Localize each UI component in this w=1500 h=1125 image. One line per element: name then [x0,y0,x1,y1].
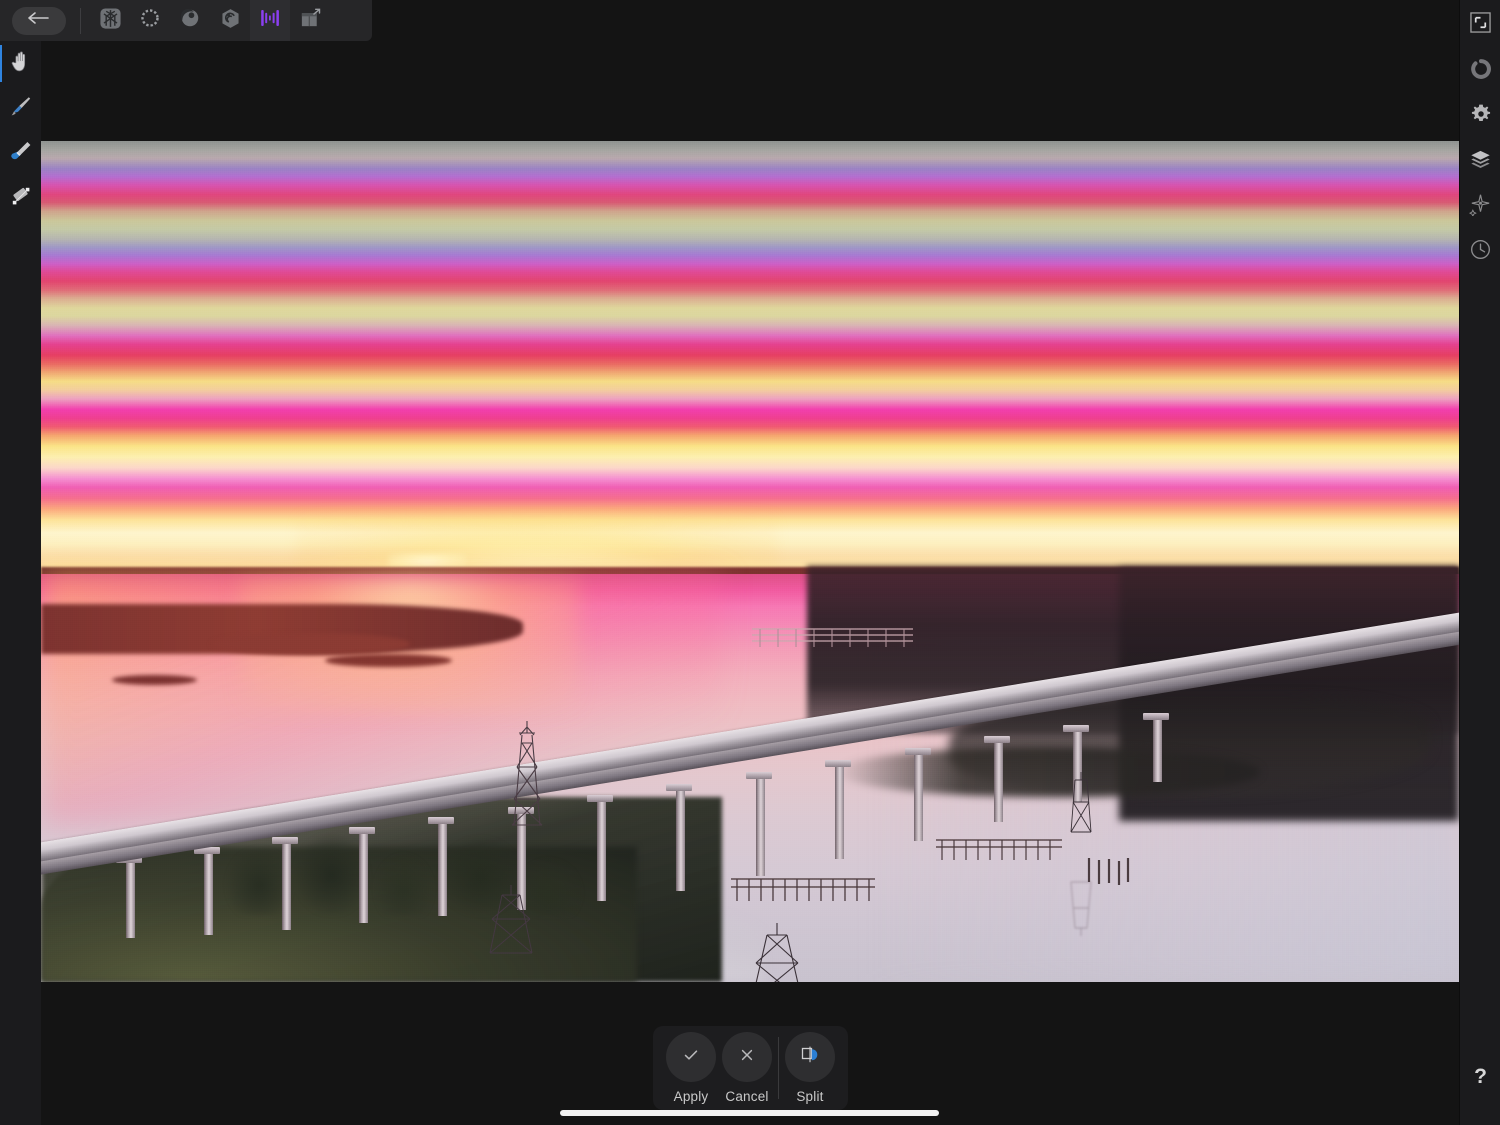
dashed-circle-icon [139,7,161,34]
adjustments-button[interactable] [1460,184,1500,229]
layers-studio-button[interactable] [1460,139,1500,184]
pan-hand-tool[interactable] [0,41,41,86]
help-button[interactable]: ? [1460,1057,1500,1097]
split-button-label: Split [796,1089,824,1104]
split-button[interactable]: Split [782,1032,838,1104]
export-persona[interactable] [290,0,330,41]
derelict-pier [934,835,1064,865]
photo-persona[interactable] [90,0,130,41]
split-button-circle[interactable] [784,1032,835,1082]
home-indicator[interactable] [560,1110,939,1116]
export-panels-icon [299,7,322,35]
history-button[interactable] [1460,229,1500,274]
settings-button[interactable] [1460,94,1500,139]
top-toolbar [0,0,372,41]
gear-icon [1470,103,1492,130]
sphere-icon [179,7,201,34]
tone-mapping-persona[interactable] [210,0,250,41]
canvas-area[interactable] [41,41,1459,1125]
rotate-view-button[interactable] [1460,49,1500,94]
develop-persona[interactable] [170,0,210,41]
cancel-button[interactable]: Cancel [719,1032,775,1104]
gradient-icon [9,184,33,213]
check-icon [682,1046,700,1069]
frequency-persona[interactable] [250,0,290,41]
back-arrow-icon [26,10,52,31]
hexagon-swirl-icon [219,7,242,35]
erase-brush-tool[interactable] [0,131,41,176]
derelict-pier [729,873,879,907]
rotation-ring-icon [1470,58,1492,85]
sparkle-star-icon [1468,193,1492,221]
close-x-icon [738,1046,756,1069]
paintbrush-icon [9,94,33,123]
back-button[interactable] [12,6,66,35]
split-view-icon [799,1044,821,1071]
toolbar-divider [80,7,81,34]
cancel-button-label: Cancel [725,1089,769,1104]
eraser-icon [9,139,33,168]
apply-button[interactable]: Apply [663,1032,719,1104]
paint-brush-tool[interactable] [0,86,41,131]
photo-canvas[interactable] [41,141,1459,982]
affinity-photo-app: ? Apply Cancel Split [0,0,1500,1125]
right-tool-rail: ? [1459,0,1500,1125]
piling-cluster [1083,856,1133,888]
layers-stack-icon [1469,148,1492,176]
aperture-blades-icon [99,7,122,35]
apply-button-label: Apply [673,1089,709,1104]
liquify-persona[interactable] [130,0,170,41]
action-bar: Apply Cancel Split [653,1026,848,1110]
apply-button-circle[interactable] [666,1032,716,1082]
derelict-pier [750,625,915,651]
clock-icon [1469,238,1492,266]
pilings-layer [41,141,1459,982]
hand-icon [10,50,32,78]
fullscreen-view-button[interactable] [1460,2,1500,47]
left-tool-rail [0,41,41,1125]
crop-corners-icon [1470,11,1491,38]
action-bar-divider [778,1037,779,1099]
waveform-bars-icon [258,6,282,35]
cancel-button-circle[interactable] [722,1032,772,1082]
gradient-tool[interactable] [0,176,41,221]
